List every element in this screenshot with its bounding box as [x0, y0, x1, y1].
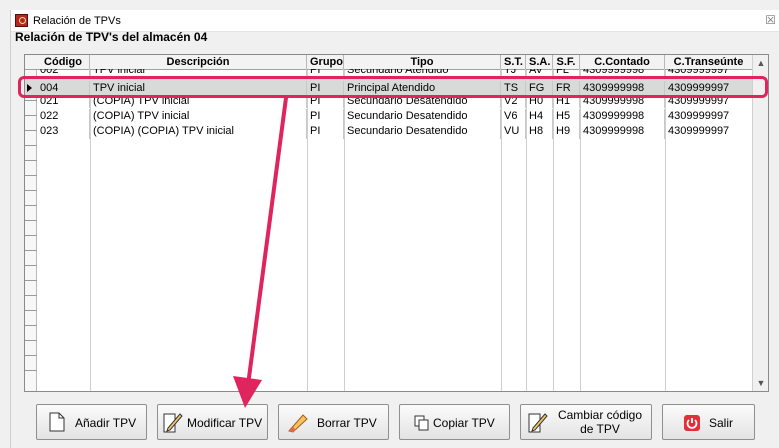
delete-tpv-button[interactable]: Borrar TPV: [278, 404, 389, 440]
exit-button[interactable]: Salir: [662, 404, 755, 440]
edit-document-icon: [163, 413, 183, 433]
column-header-ctranseunte[interactable]: C.Transeúnte: [665, 55, 753, 70]
change-code-label-line1: Cambiar código: [557, 408, 643, 422]
column-header-sa[interactable]: S.A.: [526, 55, 553, 70]
table-row[interactable]: 023 (COPIA) (COPIA) TPV inicial PI Secun…: [25, 124, 753, 139]
scroll-down-icon[interactable]: ▼: [753, 375, 769, 391]
column-header-codigo[interactable]: Código: [37, 55, 90, 70]
column-header-descripcion[interactable]: Descripción: [90, 55, 307, 70]
copy-tpv-button[interactable]: Copiar TPV: [399, 404, 510, 440]
column-header-grupo[interactable]: Grupo: [307, 55, 344, 70]
vertical-scrollbar[interactable]: ▲ ▼: [752, 55, 768, 391]
table-row[interactable]: 022 (COPIA) TPV inicial PI Secundario De…: [25, 109, 753, 124]
new-document-icon: [49, 412, 65, 432]
table-header: Código Descripción Grupo Tipo S.T. S.A. …: [25, 55, 753, 70]
page-title: Relación de TPV's del almacén 04: [15, 30, 208, 44]
add-tpv-button[interactable]: Añadir TPV: [36, 404, 147, 440]
modify-tpv-button[interactable]: Modificar TPV: [157, 404, 268, 440]
table-row[interactable]: 002 TPV inicial PI Secundario Atendido T…: [25, 69, 753, 78]
edit-code-icon: [528, 413, 548, 433]
tpv-table: Código Descripción Grupo Tipo S.T. S.A. …: [24, 54, 769, 392]
title-bar: Relación de TPVs ☒: [11, 10, 779, 32]
table-row-selected[interactable]: 004 TPV inicial PI Principal Atendido TS…: [25, 79, 753, 97]
window-title: Relación de TPVs: [33, 15, 121, 27]
table-row[interactable]: 021 (COPIA) TPV inicial PI Secundario De…: [25, 98, 753, 108]
app-icon: [15, 14, 28, 27]
eraser-icon: [288, 414, 308, 433]
power-icon: [684, 415, 700, 431]
copy-icon: [414, 415, 429, 431]
row-pointer-icon: [27, 84, 32, 92]
close-icon[interactable]: ☒: [765, 13, 776, 27]
column-header-tipo[interactable]: Tipo: [344, 55, 501, 70]
column-header-st[interactable]: S.T.: [501, 55, 526, 70]
change-tpv-code-button[interactable]: Cambiar código de TPV: [520, 404, 652, 440]
column-header-ccontado[interactable]: C.Contado: [580, 55, 665, 70]
change-code-label-line2: de TPV: [580, 422, 620, 436]
scroll-up-icon[interactable]: ▲: [753, 55, 769, 71]
column-header-sf[interactable]: S.F.: [553, 55, 580, 70]
